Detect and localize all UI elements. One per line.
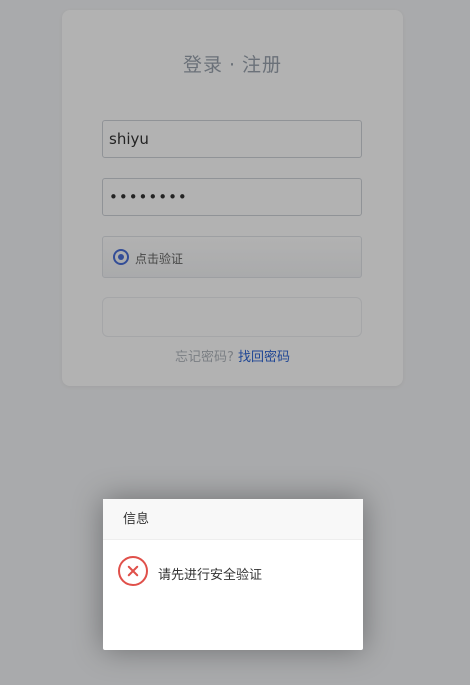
error-circle-x-icon [118,556,148,586]
message-dialog: 信息 请先进行安全验证 [103,499,363,650]
dialog-title[interactable]: 信息 [103,499,363,540]
dialog-message: 请先进行安全验证 [158,568,263,583]
dialog-body: 请先进行安全验证 [103,540,363,650]
